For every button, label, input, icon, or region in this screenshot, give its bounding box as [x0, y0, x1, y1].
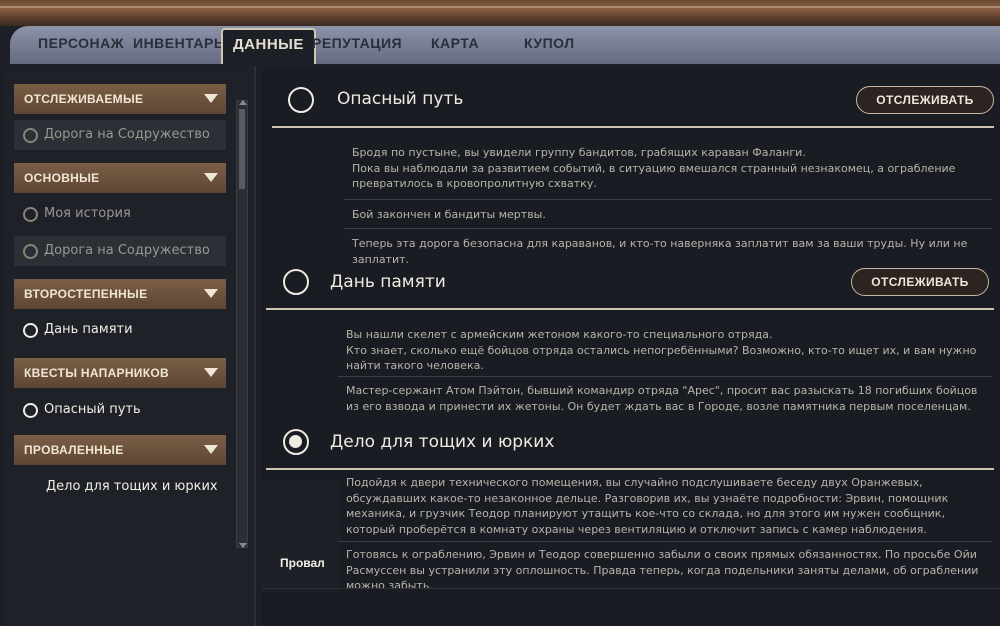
quest-status-icon	[23, 323, 38, 338]
tab-dome[interactable]: КУПОЛ	[524, 35, 575, 51]
top-decorative-band	[0, 0, 1000, 26]
quest-item-label: Опасный путь	[44, 402, 141, 417]
category-companion-quests[interactable]: КВЕСТЫ НАПАРНИКОВ	[14, 358, 226, 388]
quest-item-road-to-commonwealth-main[interactable]: Дорога на Содружество	[14, 236, 226, 266]
scroll-down-icon[interactable]	[239, 543, 247, 548]
tab-bar: ПЕРСОНАЖ ИНВЕНТАРЬ ДАННЫЕ РЕПУТАЦИЯ КАРТ…	[10, 26, 1000, 64]
category-label: ОСНОВНЫЕ	[24, 171, 100, 185]
quest-divider	[266, 468, 994, 470]
quest-status-icon	[283, 269, 309, 295]
failed-status-label: Провал	[280, 556, 325, 570]
quest-title: Дань памяти	[330, 272, 446, 292]
category-label: ПРОВАЛЕННЫЕ	[24, 443, 124, 457]
chevron-down-icon	[204, 289, 218, 298]
quest-paragraph: Бродя по пустыне, вы увидели группу банд…	[352, 146, 956, 190]
quest-item-label: Дело для тощих и юрких	[46, 479, 218, 494]
quest-selected-icon	[283, 429, 309, 455]
quest-description: Вы нашли скелет с армейским жетоном како…	[346, 327, 986, 374]
quest-paragraph: Бой закончен и бандиты мертвы.	[352, 208, 546, 221]
category-failed[interactable]: ПРОВАЛЕННЫЕ	[14, 435, 226, 465]
scrollbar-thumb[interactable]	[239, 109, 245, 189]
chevron-down-icon	[204, 445, 218, 454]
category-main[interactable]: ОСНОВНЫЕ	[14, 163, 226, 193]
quest-item-my-story[interactable]: Моя история	[14, 199, 226, 229]
tab-character[interactable]: ПЕРСОНАЖ	[38, 35, 124, 51]
quest-paragraph: Подойдя к двери технического помещения, …	[346, 476, 949, 536]
tab-inventory[interactable]: ИНВЕНТАРЬ	[133, 35, 224, 51]
track-button[interactable]: ОТСЛЕЖИВАТЬ	[856, 86, 994, 114]
entry-divider	[338, 376, 992, 377]
quest-item-lean-and-nimble[interactable]: Дело для тощих и юрких	[14, 472, 226, 502]
quest-status-icon	[23, 207, 38, 222]
panel-bottom-divider	[262, 588, 1000, 589]
category-label: ВТОРОСТЕПЕННЫЕ	[24, 287, 148, 301]
quest-item-tribute-to-memory[interactable]: Дань памяти	[14, 315, 226, 345]
scroll-up-icon[interactable]	[239, 100, 247, 105]
quest-item-label: Дорога на Содружество	[44, 243, 210, 258]
quest-title: Дело для тощих и юрких	[330, 432, 555, 452]
entry-divider	[338, 541, 992, 542]
chevron-down-icon	[204, 94, 218, 103]
category-label: ОТСЛЕЖИВАЕМЫЕ	[24, 92, 144, 106]
quest-item-label: Моя история	[44, 206, 131, 221]
quest-paragraph: Вы нашли скелет с армейским жетоном како…	[346, 328, 977, 372]
quest-divider	[266, 308, 994, 310]
chevron-down-icon	[204, 173, 218, 182]
quest-paragraph: Готовясь к ограблению, Эрвин и Теодор со…	[346, 548, 979, 592]
quest-sidebar: ОТСЛЕЖИВАЕМЫЕ Дорога на Содружество ОСНО…	[4, 66, 256, 626]
quest-status-icon	[288, 87, 314, 113]
category-secondary[interactable]: ВТОРОСТЕПЕННЫЕ	[14, 279, 226, 309]
quest-status-icon	[23, 244, 38, 259]
quest-description: Готовясь к ограблению, Эрвин и Теодор со…	[346, 547, 986, 594]
quest-title: Опасный путь	[337, 89, 464, 109]
entry-divider	[344, 199, 992, 200]
quest-status-icon	[23, 403, 38, 418]
quest-paragraph: Мастер-сержант Атом Пэйтон, бывший коман…	[346, 384, 978, 413]
quest-item-dangerous-path[interactable]: Опасный путь	[14, 395, 226, 425]
tab-data[interactable]: ДАННЫЕ	[221, 28, 316, 64]
entry-divider	[344, 228, 992, 229]
quest-description: Бродя по пустыне, вы увидели группу банд…	[352, 145, 992, 192]
chevron-down-icon	[204, 368, 218, 377]
quest-status-icon	[23, 128, 38, 143]
category-tracked[interactable]: ОТСЛЕЖИВАЕМЫЕ	[14, 84, 226, 114]
quest-item-label: Дань памяти	[44, 322, 133, 337]
sidebar-scrollbar[interactable]	[236, 100, 248, 548]
track-button[interactable]: ОТСЛЕЖИВАТЬ	[851, 268, 989, 296]
quest-divider	[272, 126, 994, 128]
quest-description: Мастер-сержант Атом Пэйтон, бывший коман…	[346, 383, 986, 414]
category-label: КВЕСТЫ НАПАРНИКОВ	[24, 366, 169, 380]
quest-description: Теперь эта дорога безопасна для каравано…	[352, 236, 992, 267]
quest-description: Подойдя к двери технического помещения, …	[346, 475, 986, 537]
quest-paragraph: Теперь эта дорога безопасна для каравано…	[352, 237, 968, 266]
quest-item-road-to-commonwealth[interactable]: Дорога на Содружество	[14, 120, 226, 150]
tab-map[interactable]: КАРТА	[431, 35, 479, 51]
quest-item-label: Дорога на Содружество	[44, 127, 210, 142]
quest-description: Бой закончен и бандиты мертвы.	[352, 207, 992, 223]
tab-reputation[interactable]: РЕПУТАЦИЯ	[312, 35, 402, 51]
